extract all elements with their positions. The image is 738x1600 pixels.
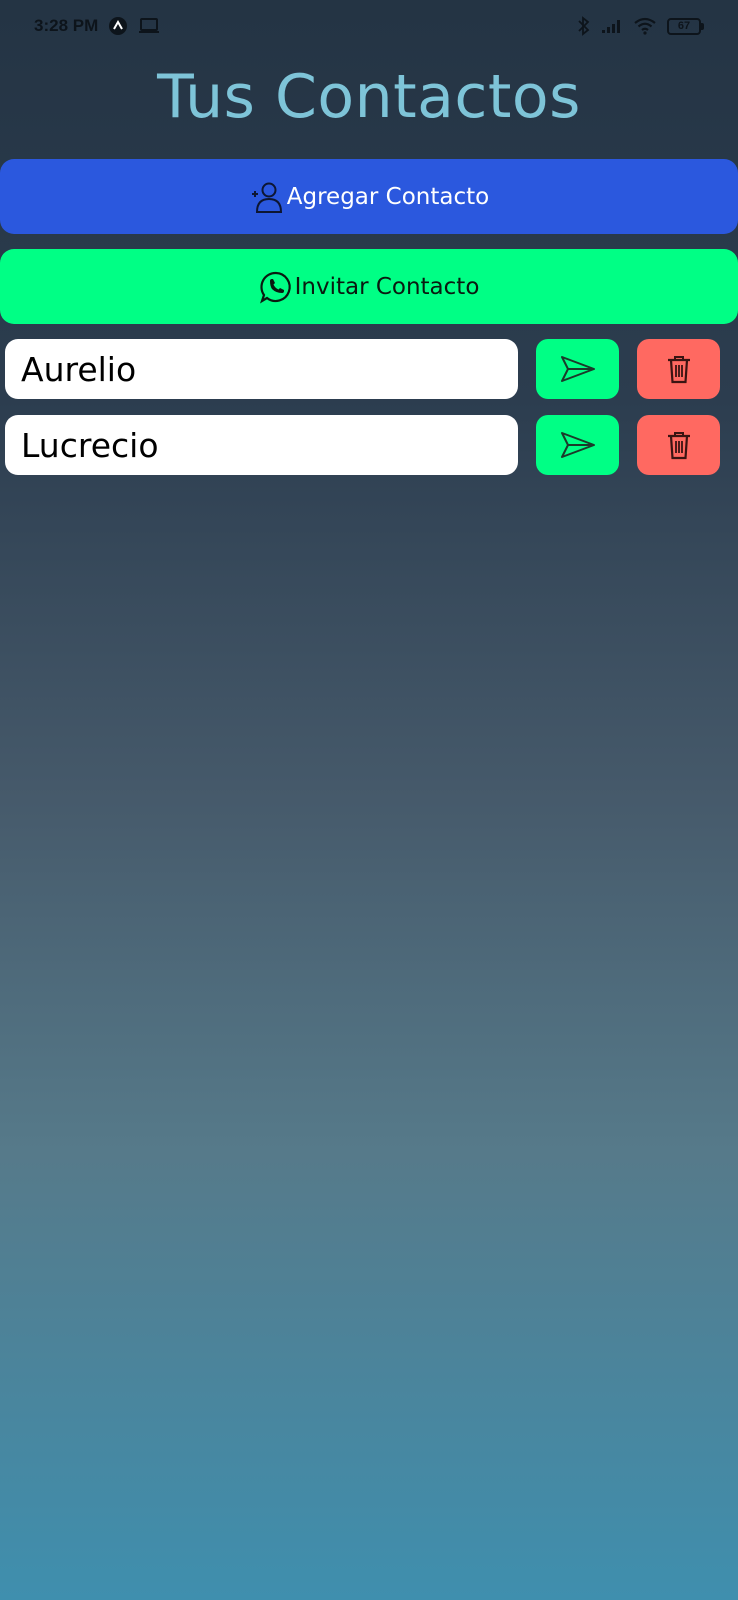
status-bar: 3:28 PM 67	[0, 0, 738, 52]
contact-row: Aurelio	[5, 339, 725, 399]
wifi-icon	[633, 17, 657, 35]
contact-name[interactable]: Aurelio	[5, 339, 518, 399]
send-icon	[559, 354, 597, 384]
battery-level: 67	[667, 17, 701, 35]
send-button[interactable]	[536, 339, 619, 399]
contact-name[interactable]: Lucrecio	[5, 415, 518, 475]
signal-icon	[601, 18, 623, 34]
delete-button[interactable]	[637, 415, 720, 475]
invite-contact-button[interactable]: Invitar Contacto	[0, 249, 738, 324]
status-left: 3:28 PM	[34, 16, 160, 36]
trash-icon	[665, 353, 693, 385]
delete-button[interactable]	[637, 339, 720, 399]
add-contact-button[interactable]: Agregar Contacto	[0, 159, 738, 234]
whatsapp-icon	[259, 270, 293, 304]
app-notification-icon	[108, 16, 128, 36]
contact-row: Lucrecio	[5, 415, 725, 475]
send-icon	[559, 430, 597, 460]
laptop-icon	[138, 17, 160, 35]
status-right: 67	[577, 16, 704, 36]
status-time: 3:28 PM	[34, 16, 99, 35]
page-title: Tus Contactos	[157, 62, 581, 132]
send-button[interactable]	[536, 415, 619, 475]
contact-list: Aurelio Lucrecio	[5, 339, 725, 491]
trash-icon	[665, 429, 693, 461]
battery-icon: 67	[667, 17, 704, 35]
add-contact-label: Agregar Contacto	[286, 183, 490, 210]
invite-contact-label: Invitar Contacto	[294, 273, 480, 300]
bluetooth-icon	[577, 16, 591, 36]
add-person-icon	[249, 179, 285, 215]
